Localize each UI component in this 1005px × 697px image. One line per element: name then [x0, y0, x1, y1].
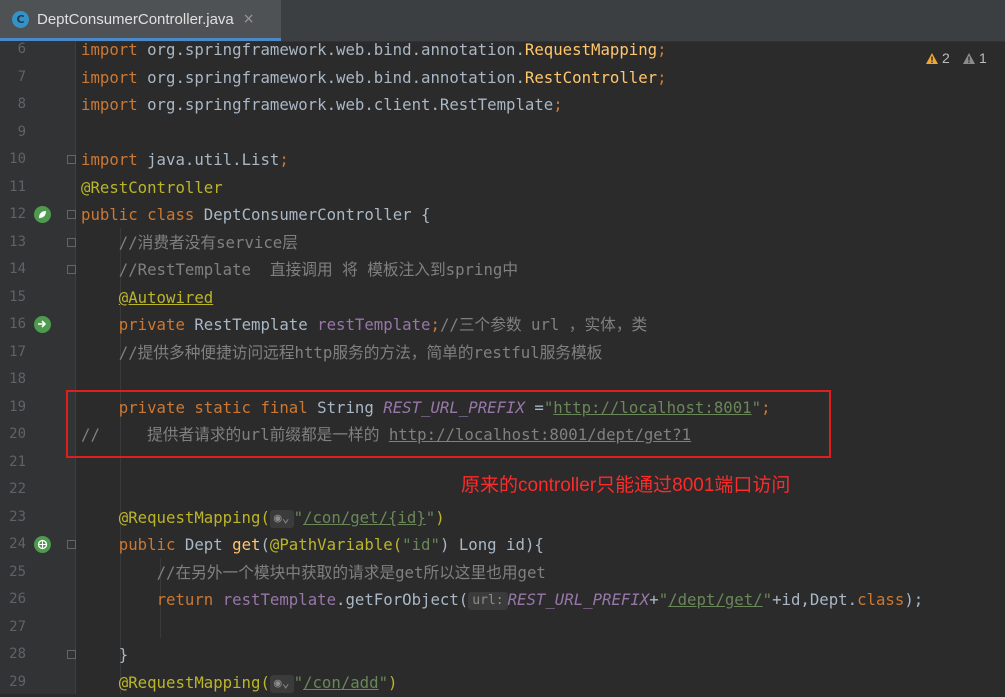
tab-title: DeptConsumerController.java [37, 10, 234, 28]
code-line-14[interactable]: //RestTemplate 直接调用 将 模板注入到spring中 [81, 256, 518, 284]
line-number: 22 [9, 481, 26, 497]
fold-marker[interactable] [67, 650, 76, 659]
line-number: 25 [9, 564, 26, 580]
annotation-highlight-box [66, 390, 831, 458]
warning-icon [926, 52, 938, 64]
param-hint: url: [468, 591, 508, 610]
fold-marker[interactable] [67, 265, 76, 274]
code-line-17[interactable]: //提供多种便捷访问远程http服务的方法，简单的restful服务模板 [81, 339, 603, 367]
line-number: 13 [9, 234, 26, 250]
code-line-8[interactable]: import org.springframework.web.client.Re… [81, 91, 563, 119]
code-line-23[interactable]: @RequestMapping(◉⌄ "/con/get/{id}") [81, 504, 445, 532]
line-number: 21 [9, 454, 26, 470]
line-number: 29 [9, 674, 26, 690]
code-line-16[interactable]: private RestTemplate restTemplate;//三个参数… [81, 311, 647, 339]
warning-count[interactable]: 2 [925, 50, 950, 66]
code-line-6[interactable]: import org.springframework.web.bind.anno… [81, 36, 667, 64]
fold-marker[interactable] [67, 238, 76, 247]
web-request-mapping-icon[interactable] [34, 536, 51, 553]
code-line-15[interactable]: @Autowired [81, 284, 213, 312]
code-line-13[interactable]: //消费者没有service层 [81, 229, 298, 257]
line-number: 19 [9, 399, 26, 415]
line-number: 7 [17, 69, 26, 85]
line-number: 18 [9, 371, 26, 387]
close-icon[interactable]: × [243, 11, 255, 27]
line-number: 27 [9, 619, 26, 635]
weak-warning-icon [963, 52, 975, 64]
fold-marker[interactable] [67, 540, 76, 549]
code-line-11[interactable]: @RestController [81, 174, 223, 202]
line-number: 6 [17, 41, 26, 57]
spring-bean-icon[interactable] [34, 206, 51, 223]
line-number: 9 [17, 124, 26, 140]
code-line-28[interactable]: } [81, 641, 128, 669]
line-number: 23 [9, 509, 26, 525]
globe-icon[interactable]: ◉⌄ [269, 674, 294, 693]
line-number: 24 [9, 536, 26, 552]
line-number: 26 [9, 591, 26, 607]
code-line-26[interactable]: return restTemplate.getForObject(url: RES… [81, 586, 923, 614]
gutter-divider [75, 41, 76, 694]
autowired-navigate-icon[interactable] [34, 316, 51, 333]
code-line-7[interactable]: import org.springframework.web.bind.anno… [81, 64, 667, 92]
code-line-24[interactable]: public Dept get(@PathVariable("id") Long… [81, 531, 544, 559]
annotation-note: 原来的controller只能通过8001端口访问 [461, 475, 791, 496]
globe-icon[interactable]: ◉⌄ [269, 509, 294, 528]
code-line-25[interactable]: //在另外一个模块中获取的请求是get所以这里也用get [81, 559, 546, 587]
fold-marker[interactable] [67, 210, 76, 219]
code-line-10[interactable]: import java.util.List; [81, 146, 289, 174]
line-number: 28 [9, 646, 26, 662]
code-line-29[interactable]: @RequestMapping(◉⌄ "/con/add") [81, 669, 397, 697]
line-number: 17 [9, 344, 26, 360]
line-number: 16 [9, 316, 26, 332]
java-class-icon: C [12, 10, 29, 28]
tab-deptconsumercontroller[interactable]: C DeptConsumerController.java × [0, 0, 281, 41]
line-number: 8 [17, 96, 26, 112]
line-number: 20 [9, 426, 26, 442]
code-line-12[interactable]: public class DeptConsumerController { [81, 201, 430, 229]
weak-warning-count[interactable]: 1 [962, 50, 987, 66]
fold-marker[interactable] [67, 155, 76, 164]
line-number: 10 [9, 151, 26, 167]
line-number: 15 [9, 289, 26, 305]
line-number: 14 [9, 261, 26, 277]
line-number: 11 [9, 179, 26, 195]
line-number: 12 [9, 206, 26, 222]
